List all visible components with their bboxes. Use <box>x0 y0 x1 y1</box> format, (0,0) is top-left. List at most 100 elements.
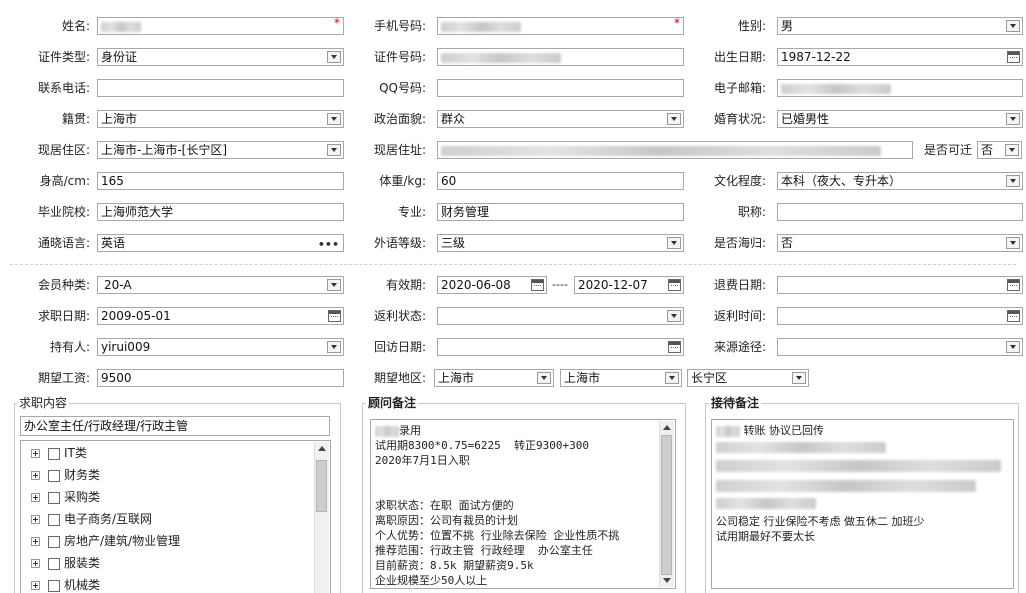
tree-item[interactable]: 财务类 <box>31 465 100 485</box>
scroll-up-icon[interactable] <box>663 425 671 430</box>
marital-label: 婚育状况: <box>713 112 766 126</box>
political-select[interactable]: 群众 <box>437 110 684 128</box>
weight-input[interactable]: 60 <box>437 172 684 190</box>
marital-select[interactable]: 已婚男性 <box>777 110 1023 128</box>
more-icon[interactable]: ••• <box>318 237 339 251</box>
title-label: 职称: <box>737 205 766 219</box>
overseas-select[interactable]: 否 <box>777 234 1023 252</box>
title-input[interactable] <box>777 203 1023 221</box>
calendar-icon[interactable] <box>1007 310 1020 322</box>
tree-scrollbar[interactable] <box>314 442 329 593</box>
major-input[interactable]: 财务管理 <box>437 203 684 221</box>
chevron-down-icon[interactable] <box>667 237 681 249</box>
birth-value: 1987-12-22 <box>781 50 851 64</box>
calendar-icon[interactable] <box>1007 279 1020 291</box>
job-date-input[interactable]: 2009-05-01 <box>97 307 344 325</box>
chevron-down-icon[interactable] <box>1006 175 1020 187</box>
checkbox[interactable] <box>48 557 60 570</box>
chevron-down-icon[interactable] <box>1006 237 1020 249</box>
rebate-time-input[interactable] <box>777 307 1023 325</box>
redacted-name <box>101 21 141 32</box>
refund-date-input[interactable] <box>777 276 1023 294</box>
qq-input[interactable] <box>437 79 684 97</box>
member-type-select[interactable]: 20-A <box>97 276 344 294</box>
chevron-down-icon[interactable] <box>667 113 681 125</box>
chevron-down-icon[interactable] <box>1005 144 1019 156</box>
calendar-icon[interactable] <box>531 279 544 291</box>
chevron-down-icon[interactable] <box>1006 20 1020 32</box>
job-content-title: 求职内容 <box>17 395 70 411</box>
job-category-tree[interactable]: IT类 财务类 采购类 电子商务/互联网 房地产/建筑/物业管理 服装类 机械类 <box>20 440 331 593</box>
consultant-notes-textarea[interactable]: 录用 试用期8300*0.75=6225 转正9300+300 2020年7月1日入… <box>370 419 676 589</box>
scroll-thumb[interactable] <box>661 435 672 575</box>
checkbox[interactable] <box>48 513 60 526</box>
expand-plus-icon[interactable] <box>31 449 40 458</box>
chevron-down-icon[interactable] <box>667 310 681 322</box>
chevron-down-icon[interactable] <box>327 341 341 353</box>
tree-item[interactable]: 电子商务/互联网 <box>31 509 152 529</box>
expand-plus-icon[interactable] <box>31 515 40 524</box>
tree-item[interactable]: IT类 <box>31 443 87 463</box>
scroll-up-icon[interactable] <box>318 446 326 451</box>
calendar-icon[interactable] <box>668 341 681 353</box>
rebate-status-select[interactable] <box>437 307 684 325</box>
id-type-select[interactable]: 身份证 <box>97 48 344 66</box>
visit-date-input[interactable] <box>437 338 684 356</box>
job-selected-input[interactable]: 办公室主任/行政经理/行政主管 <box>20 416 330 436</box>
source-select[interactable] <box>777 338 1023 356</box>
valid-from-input[interactable]: 2020-06-08 <box>437 276 547 294</box>
foreign-level-select[interactable]: 三级 <box>437 234 684 252</box>
chevron-down-icon[interactable] <box>537 372 551 384</box>
gender-select[interactable]: 男 <box>777 17 1023 35</box>
notes-scrollbar[interactable] <box>659 421 674 587</box>
chevron-down-icon[interactable] <box>665 372 679 384</box>
checkbox[interactable] <box>48 469 60 482</box>
height-input[interactable]: 165 <box>97 172 344 190</box>
checkbox[interactable] <box>48 447 60 460</box>
expand-plus-icon[interactable] <box>31 471 40 480</box>
education-select[interactable]: 本科（夜大、专升本） <box>777 172 1023 190</box>
chevron-down-icon[interactable] <box>1006 341 1020 353</box>
tree-item[interactable]: 机械类 <box>31 575 100 593</box>
expand-plus-icon[interactable] <box>31 581 40 590</box>
chevron-down-icon[interactable] <box>792 372 806 384</box>
salary-input[interactable]: 9500 <box>97 369 344 387</box>
expand-plus-icon[interactable] <box>31 559 40 568</box>
name-input[interactable] <box>97 17 344 35</box>
region-district-select[interactable]: 长宁区 <box>687 369 809 387</box>
calendar-icon[interactable] <box>328 310 341 322</box>
language-picker[interactable]: 英语 ••• <box>97 234 344 252</box>
tree-item[interactable]: 房地产/建筑/物业管理 <box>31 531 180 551</box>
chevron-down-icon[interactable] <box>1006 113 1020 125</box>
region-province-select[interactable]: 上海市 <box>434 369 554 387</box>
scroll-thumb[interactable] <box>316 460 327 512</box>
native-select[interactable]: 上海市 <box>97 110 344 128</box>
valid-to-input[interactable]: 2020-12-07 <box>574 276 684 294</box>
scroll-down-icon[interactable] <box>663 578 671 583</box>
tree-item[interactable]: 服装类 <box>31 553 100 573</box>
expand-plus-icon[interactable] <box>31 493 40 502</box>
school-input[interactable]: 上海师范大学 <box>97 203 344 221</box>
region-city-select[interactable]: 上海市 <box>560 369 682 387</box>
id-no-input[interactable] <box>437 48 684 66</box>
chevron-down-icon[interactable] <box>327 144 341 156</box>
holder-select[interactable]: yirui009 <box>97 338 344 356</box>
checkbox[interactable] <box>48 491 60 504</box>
residence-area-select[interactable]: 上海市-上海市-[长宁区] <box>97 141 344 159</box>
email-input[interactable] <box>777 79 1023 97</box>
mobile-input[interactable] <box>437 17 684 35</box>
checkbox[interactable] <box>48 579 60 592</box>
tree-item[interactable]: 采购类 <box>31 487 100 507</box>
chevron-down-icon[interactable] <box>327 51 341 63</box>
calendar-icon[interactable] <box>668 279 681 291</box>
reception-notes-textarea[interactable]: 转账 协议已回传 公司稳定 行业保险不考虑 做五休二 加班少 试用期最好不要太长 <box>711 419 1014 589</box>
chevron-down-icon[interactable] <box>327 279 341 291</box>
calendar-icon[interactable] <box>1007 51 1020 63</box>
expand-plus-icon[interactable] <box>31 537 40 546</box>
residence-address-input[interactable] <box>437 141 913 159</box>
phone-input[interactable] <box>97 79 344 97</box>
birth-date-input[interactable]: 1987-12-22 <box>777 48 1023 66</box>
chevron-down-icon[interactable] <box>327 113 341 125</box>
relocate-select[interactable]: 否 <box>977 141 1022 159</box>
checkbox[interactable] <box>48 535 60 548</box>
